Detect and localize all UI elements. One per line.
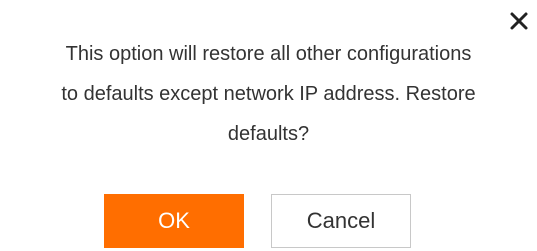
message-line: This option will restore all other confi… [65, 43, 472, 65]
close-icon [510, 12, 528, 30]
message-line: defaults? [227, 123, 310, 145]
restore-defaults-dialog: This option will restore all other confi… [0, 0, 537, 251]
ok-button[interactable]: OK [104, 194, 244, 248]
dialog-message: This option will restore all other confi… [0, 34, 537, 154]
message-line: to defaults except network IP address. R… [61, 83, 476, 105]
cancel-button[interactable]: Cancel [271, 194, 411, 248]
close-button[interactable] [506, 8, 532, 34]
